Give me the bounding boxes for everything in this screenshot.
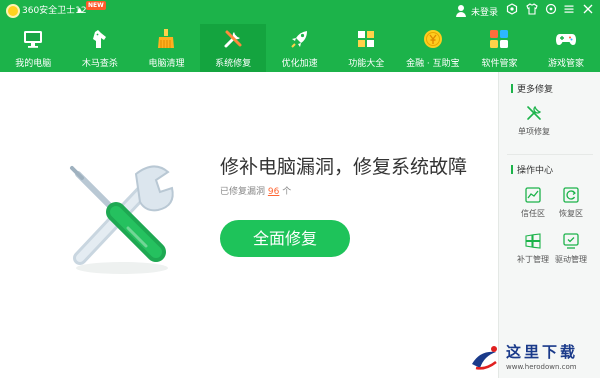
broom-icon [158,29,175,48]
nav-finance[interactable]: 金融 · 互助宝 [400,24,467,72]
gamepad-icon [556,34,577,45]
section-operations: 操作中心 [511,163,553,176]
nav-my-computer[interactable]: 我的电脑 [0,24,67,72]
main-panel: 修补电脑漏洞，修复系统故障 已修复漏洞 96 个 全面修复 [0,72,498,378]
grid-icon [358,31,375,47]
restore-zone-label: 恢复区 [559,209,583,218]
restore-icon [563,187,579,203]
fixed-summary: 已修复漏洞 96 个 [220,184,291,197]
top-bar: 360安全卫士12 ▲ NEW 未登录 我的电脑 木马查杀 电脑清理 系统修复 … [0,0,600,72]
full-repair-button[interactable]: 全面修复 [220,220,350,257]
new-badge: NEW [86,1,106,10]
fixed-summary-prefix: 已修复漏洞 [220,187,266,197]
nav-system-repair[interactable]: 系统修复 [199,24,267,72]
nav-label: 我的电脑 [15,59,52,69]
rocket-icon [290,31,307,48]
nav-label: 电脑清理 [148,59,185,69]
site-watermark: 这里下载 www.herodown.com [466,340,596,376]
nav-optimize[interactable]: 优化加速 [266,24,333,72]
driver-management-label: 驱动管理 [555,255,587,264]
page-headline: 修补电脑漏洞，修复系统故障 [220,156,468,178]
skin-shirt-icon[interactable] [524,3,540,19]
nav-label: 优化加速 [281,59,318,69]
horse-icon [92,30,106,48]
settings-hex-icon[interactable] [504,3,520,19]
driver-check-icon [563,233,579,249]
nav-label: 功能大全 [348,59,385,69]
title-bar: 360安全卫士12 ▲ NEW 未登录 [0,0,600,22]
close-icon[interactable] [580,3,596,19]
monitor-icon [24,31,43,48]
fixed-summary-suffix: 个 [282,187,292,197]
nav-label: 木马查杀 [81,59,118,69]
login-label: 未登录 [471,7,499,18]
watermark-url: www.herodown.com [506,363,577,371]
user-icon [455,5,467,17]
watermark-logo-icon [472,346,497,370]
right-sidebar: 更多修复 单项修复 操作中心 信任区 恢复区 补丁管理 驱动管理 [498,72,600,378]
nav-label: 软件管家 [481,59,518,69]
repair-tools-illustration-icon [70,165,174,274]
sidebar-divider [507,154,593,155]
trust-zone-button[interactable]: 信任区 [513,186,553,226]
section-more-repair: 更多修复 [511,82,553,95]
wrench-icon [224,30,242,48]
menu-icon[interactable] [561,3,577,19]
coin-icon [423,30,442,48]
app-logo-icon [6,4,20,18]
nav-pc-cleanup[interactable]: 电脑清理 [133,24,200,72]
single-repair-label: 单项修复 [518,127,550,136]
driver-management-button[interactable]: 驱动管理 [551,232,591,272]
wrench-screwdriver-icon [527,105,542,120]
nav-game-manager[interactable]: 游戏管家 [533,24,600,72]
nav-label: 金融 · 互助宝 [406,59,460,69]
patch-management-button[interactable]: 补丁管理 [513,232,553,272]
nav-software-manager[interactable]: 软件管家 [466,24,533,72]
apps-icon [490,30,509,48]
feedback-icon[interactable] [543,3,559,19]
single-repair-button[interactable]: 单项修复 [514,104,554,144]
windows-patch-icon [525,233,541,249]
main-nav: 我的电脑 木马查杀 电脑清理 系统修复 优化加速 功能大全 金融 · 互助宝 软… [0,24,600,72]
trust-chart-icon [525,187,541,203]
upgrade-arrow-icon[interactable]: ▲ [77,6,82,14]
restore-zone-button[interactable]: 恢复区 [551,186,591,226]
nav-all-features[interactable]: 功能大全 [333,24,400,72]
login-button[interactable]: 未登录 [455,3,498,19]
nav-label: 系统修复 [215,59,252,69]
nav-trojan-scan[interactable]: 木马查杀 [67,24,134,72]
watermark-text: 这里下载 [506,343,579,361]
fixed-count-link[interactable]: 96 [268,187,279,197]
nav-label: 游戏管家 [548,59,585,69]
